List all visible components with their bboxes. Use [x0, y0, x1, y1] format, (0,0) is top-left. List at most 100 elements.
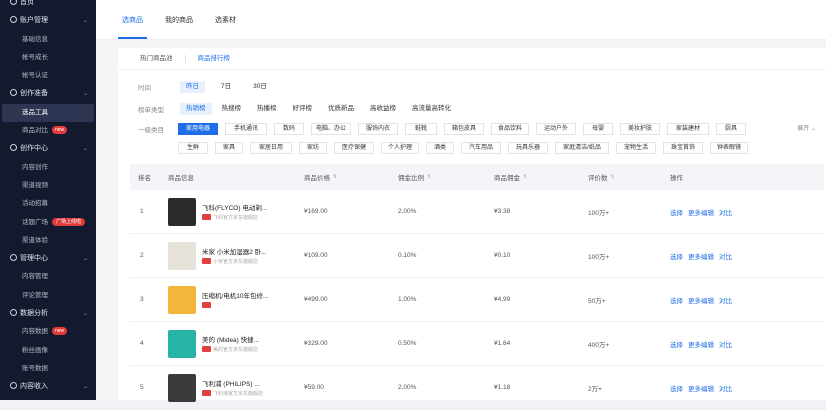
sidebar-item[interactable]: 管理中心 ⌄ — [0, 250, 96, 268]
category-chip[interactable]: 宠物生活 — [616, 142, 656, 154]
category-chip[interactable]: 运动户外 — [536, 123, 576, 135]
column-header[interactable]: 商品佣金 ⇅ — [494, 164, 527, 190]
category-chip[interactable]: 箱包皮具 — [444, 123, 484, 135]
action-link-1[interactable]: 更多编辑 — [688, 251, 714, 261]
sidebar-item[interactable]: 选品工具 — [2, 103, 94, 123]
sort-icon[interactable]: ⇅ — [427, 174, 431, 180]
category-chip[interactable]: 珠宝首饰 — [663, 142, 703, 154]
rank-type-option[interactable]: 热销榜 — [180, 103, 212, 115]
sidebar-item[interactable]: 账号数据 — [0, 360, 96, 378]
sidebar-item[interactable]: 内容管理 — [0, 268, 96, 286]
product-info[interactable]: 飞科(FLYCO) 电动剃... 飞科官方京东旗舰店 — [168, 190, 267, 233]
rank-type-option[interactable]: 热播榜 — [251, 103, 283, 115]
action-link-2[interactable]: 对比 — [719, 207, 732, 217]
expand-toggle[interactable]: 展开 ⌄ — [797, 123, 816, 132]
category-chip[interactable]: 家用电器 — [178, 123, 218, 135]
category-chip[interactable]: 鞋靴 — [405, 123, 437, 135]
product-image[interactable] — [168, 329, 196, 358]
sidebar-item[interactable]: 内容创作 — [0, 159, 96, 177]
sidebar-item[interactable]: 帐号成长 — [0, 49, 96, 67]
product-image[interactable] — [168, 241, 196, 270]
category-chip[interactable]: 服饰内衣 — [358, 123, 398, 135]
category-chip[interactable]: 食品饮料 — [491, 123, 529, 135]
category-chip[interactable]: 汽车用品 — [461, 142, 501, 154]
rank-type-option[interactable]: 高收益榜 — [364, 103, 402, 115]
product-name[interactable]: 飞利浦 (PHILIPS) ... — [202, 378, 263, 388]
time-option[interactable]: 7日 — [215, 81, 237, 93]
category-chip[interactable]: 家居日用 — [250, 142, 292, 154]
sidebar-item[interactable]: 首页 — [0, 0, 96, 12]
product-image[interactable] — [168, 197, 196, 226]
sidebar-item[interactable]: 商品对比 new — [0, 122, 96, 140]
category-chip[interactable]: 钟表眼镜 — [710, 142, 748, 154]
sidebar-item[interactable]: 帐号认证 — [0, 67, 96, 85]
tab-2[interactable]: 选素材 — [211, 0, 240, 39]
sidebar-item[interactable]: 账户管理 ⌄ — [0, 12, 96, 30]
product-info[interactable]: 米家 小米加湿器2 卧... 小米官方京东旗舰店 — [168, 234, 267, 277]
product-name[interactable]: 美的 (Midea) 快捷... — [202, 334, 259, 344]
time-option[interactable]: 昨日 — [180, 81, 205, 93]
sidebar-item[interactable]: 创作准备 ⌄ — [0, 85, 96, 103]
action-link-2[interactable]: 对比 — [719, 383, 732, 393]
action-link-1[interactable]: 更多编辑 — [688, 207, 714, 217]
action-link-2[interactable]: 对比 — [719, 339, 732, 349]
sort-icon[interactable]: ⇅ — [333, 174, 337, 180]
sidebar-item[interactable]: 粉丝画像 — [0, 342, 96, 360]
product-name[interactable]: 飞科(FLYCO) 电动剃... — [202, 202, 267, 212]
product-image[interactable] — [168, 285, 196, 314]
sidebar-item[interactable]: 渠道视频 — [0, 177, 96, 195]
category-chip[interactable]: 手机通讯 — [225, 123, 267, 135]
rank-type-option[interactable]: 热搜榜 — [216, 103, 248, 115]
category-chip[interactable]: 生鲜 — [178, 142, 208, 154]
sidebar-item[interactable]: 创作中心 ⌄ — [0, 140, 96, 158]
product-info[interactable]: 美的 (Midea) 快捷... 美的官方京东旗舰店 — [168, 322, 259, 365]
sidebar-item[interactable]: 渠道体验 — [0, 232, 96, 250]
sidebar-item[interactable]: 活动招募 — [0, 195, 96, 213]
product-info[interactable]: 压缩机/电机10年包修... — [168, 278, 268, 321]
action-link-0[interactable]: 选择 — [670, 207, 683, 217]
rank-type-option[interactable]: 好评榜 — [287, 103, 319, 115]
action-link-1[interactable]: 更多编辑 — [688, 383, 714, 393]
sidebar-item[interactable]: 内容收入 ⌄ — [0, 378, 96, 396]
sort-icon[interactable]: ⇅ — [611, 174, 615, 180]
action-link-2[interactable]: 对比 — [719, 251, 732, 261]
category-chip[interactable]: 个人护理 — [381, 142, 419, 154]
sidebar-item[interactable]: 话题广场 广场上线啦 — [0, 214, 96, 232]
rank-type-option[interactable]: 优质新品 — [322, 103, 360, 115]
sort-icon[interactable]: ⇅ — [523, 174, 527, 180]
column-header[interactable]: 佣金比例 ⇅ — [398, 164, 431, 190]
sidebar-item[interactable]: 评论管理 — [0, 287, 96, 305]
action-link-1[interactable]: 更多编辑 — [688, 339, 714, 349]
product-name[interactable]: 压缩机/电机10年包修... — [202, 290, 268, 300]
category-chip[interactable]: 美妆护肤 — [620, 123, 660, 135]
tab-1[interactable]: 我的商品 — [161, 0, 197, 39]
category-chip[interactable]: 玩具乐器 — [508, 142, 548, 154]
category-chip[interactable]: 医疗保健 — [334, 142, 374, 154]
subtab-hot-pool[interactable]: 热门商品池 — [138, 48, 175, 70]
action-link-0[interactable]: 选择 — [670, 383, 683, 393]
category-chip[interactable]: 电脑、办公 — [311, 123, 351, 135]
column-header[interactable]: 商品价格 ⇅ — [304, 164, 337, 190]
subtab-ranking[interactable]: 商品排行榜 — [196, 48, 233, 70]
action-link-1[interactable]: 更多编辑 — [688, 295, 714, 305]
time-option[interactable]: 30日 — [247, 81, 273, 93]
column-header[interactable]: 评价数 ⇅ — [588, 164, 615, 190]
sidebar-item[interactable]: 数据分析 ⌄ — [0, 305, 96, 323]
product-image[interactable] — [168, 373, 196, 402]
category-chip[interactable]: 家纺 — [299, 142, 327, 154]
category-chip[interactable]: 酒类 — [426, 142, 454, 154]
action-link-0[interactable]: 选择 — [670, 295, 683, 305]
product-name[interactable]: 米家 小米加湿器2 卧... — [202, 246, 267, 256]
sidebar-item[interactable]: 基础信息 — [0, 31, 96, 49]
product-info[interactable]: 飞利浦 (PHILIPS) ... 飞利浦官方京东旗舰店 — [168, 366, 263, 409]
category-chip[interactable]: 家庭清洁/纸品 — [555, 142, 609, 154]
category-chip[interactable]: 数码 — [274, 123, 304, 135]
category-chip[interactable]: 家具 — [215, 142, 243, 154]
rank-type-option[interactable]: 高流量高转化 — [406, 103, 457, 115]
category-chip[interactable]: 厨具 — [716, 123, 746, 135]
action-link-0[interactable]: 选择 — [670, 339, 683, 349]
sidebar-item[interactable]: 内容数据 new — [0, 323, 96, 341]
category-chip[interactable]: 母婴 — [583, 123, 613, 135]
tab-0[interactable]: 选商品 — [118, 0, 147, 39]
action-link-0[interactable]: 选择 — [670, 251, 683, 261]
